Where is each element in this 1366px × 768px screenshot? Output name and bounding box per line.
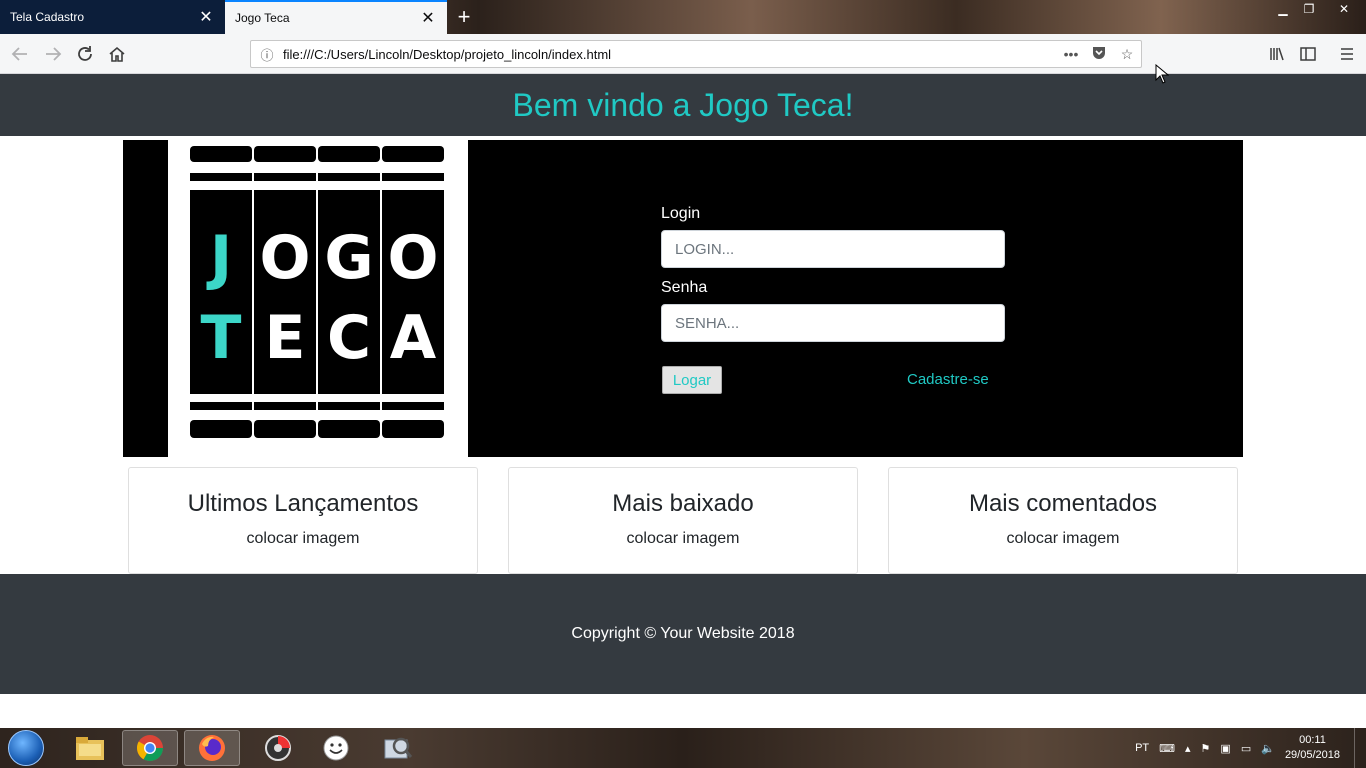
card-text: colocar imagem <box>246 530 360 547</box>
info-icon[interactable]: ⓘ <box>251 45 283 64</box>
taskbar-explorer[interactable] <box>62 730 118 766</box>
system-tray: PT ⌨ ▴ ⚑ ▣ ▭ 🔈 00:11 29/05/2018 <box>1135 728 1366 768</box>
flag-icon[interactable]: ⚑ <box>1201 742 1211 755</box>
login-actions: Logar Cadastre-se <box>661 366 1005 396</box>
arrow-right-icon <box>46 47 62 61</box>
logo-container: J O G O T E C A <box>168 140 468 457</box>
clock-time: 00:11 <box>1299 734 1326 746</box>
show-desktop-button[interactable] <box>1354 728 1366 768</box>
taskbar-chrome[interactable] <box>122 730 178 766</box>
url-bar[interactable]: ⓘ file:///C:/Users/Lincoln/Desktop/proje… <box>250 40 1142 68</box>
restore-button[interactable]: ❐ <box>1296 0 1322 18</box>
folder-icon <box>76 737 104 760</box>
register-link[interactable]: Cadastre-se <box>907 371 989 388</box>
back-button[interactable] <box>7 42 33 66</box>
image-viewer-icon <box>384 737 413 759</box>
logo-letter: A <box>390 303 437 373</box>
forward-button[interactable] <box>40 42 66 66</box>
home-icon <box>109 46 125 62</box>
logo-letter: O <box>259 223 310 293</box>
logo-letter: O <box>387 223 438 293</box>
logo-letter: T <box>201 303 242 373</box>
cards-row: Ultimos Lançamentos colocar imagem Mais … <box>128 467 1238 574</box>
copyright-text: Copyright © Your Website 2018 <box>571 625 795 642</box>
logo-letter: J <box>206 223 232 293</box>
card-text: colocar imagem <box>626 530 740 547</box>
card-text: colocar imagem <box>1006 530 1120 547</box>
page-title: Bem vindo a Jogo Teca! <box>512 86 854 123</box>
home-button[interactable] <box>104 42 130 66</box>
taskbar-media-player[interactable] <box>250 730 306 766</box>
login-button[interactable]: Logar <box>662 366 722 394</box>
card-title: Ultimos Lançamentos <box>187 490 419 517</box>
jogo-teca-logo: J O G O T E C A <box>190 146 444 438</box>
hamburger-icon <box>1341 48 1353 60</box>
web-page: Bem vindo a Jogo Teca! J O G O T E C A L… <box>0 74 1366 728</box>
tab-label: Tela Cadastro <box>10 10 85 24</box>
taskbar: PT ⌨ ▴ ⚑ ▣ ▭ 🔈 00:11 29/05/2018 <box>0 728 1366 768</box>
media-player-icon <box>265 735 291 761</box>
mouse-cursor-icon <box>1155 64 1169 84</box>
url-text[interactable]: file:///C:/Users/Lincoln/Desktop/projeto… <box>283 47 1057 62</box>
login-form: Login Senha Logar Cadastre-se <box>661 202 1005 396</box>
network-icon[interactable]: ▭ <box>1241 742 1251 755</box>
card-latest-releases: Ultimos Lançamentos colocar imagem <box>128 467 478 574</box>
card-title: Mais baixado <box>612 490 754 517</box>
firefox-icon <box>199 735 225 761</box>
arrow-left-icon <box>11 47 27 61</box>
logo-letter: G <box>324 223 373 293</box>
start-button[interactable] <box>8 730 44 766</box>
hero-section: J O G O T E C A Login Senha Logar Cadast… <box>123 140 1243 457</box>
pocket-icon[interactable] <box>1085 45 1113 64</box>
login-label: Login <box>661 205 701 222</box>
sidebar-icon <box>1300 47 1316 61</box>
show-hidden-icons-icon[interactable]: ▴ <box>1185 742 1191 755</box>
sidebar-button[interactable] <box>1295 42 1321 66</box>
card-most-downloaded: Mais baixado colocar imagem <box>508 467 858 574</box>
close-icon[interactable]: ✕ <box>197 7 215 27</box>
taskbar-smiley-app[interactable] <box>308 730 364 766</box>
close-icon[interactable]: ✕ <box>419 8 437 28</box>
password-label: Senha <box>661 279 708 296</box>
tab-jogo-teca[interactable]: Jogo Teca ✕ <box>225 0 447 34</box>
library-icon <box>1270 47 1284 61</box>
window-close-button[interactable]: ✕ <box>1322 0 1366 18</box>
tab-tela-cadastro[interactable]: Tela Cadastro ✕ <box>0 0 225 34</box>
login-input[interactable] <box>661 230 1005 268</box>
reload-button[interactable] <box>72 42 98 66</box>
smiley-icon <box>323 735 349 761</box>
reload-icon <box>78 46 92 61</box>
bookmark-star-icon[interactable]: ☆ <box>1113 46 1141 63</box>
device-icon[interactable]: ▣ <box>1220 742 1230 755</box>
site-footer: Copyright © Your Website 2018 <box>0 574 1366 694</box>
window-controls: ▁ ❐ ✕ <box>1270 0 1366 18</box>
tab-bar: Tela Cadastro ✕ Jogo Teca ✕ + <box>0 0 1366 34</box>
clock[interactable]: 00:11 29/05/2018 <box>1285 733 1340 763</box>
chrome-icon <box>136 735 164 762</box>
minimize-button[interactable]: ▁ <box>1270 0 1296 18</box>
logo-letter: C <box>327 303 371 373</box>
card-title: Mais comentados <box>968 490 1158 517</box>
taskbar-firefox[interactable] <box>184 730 240 766</box>
volume-icon[interactable]: 🔈 <box>1261 742 1275 755</box>
new-tab-button[interactable]: + <box>447 0 481 34</box>
library-button[interactable] <box>1264 42 1290 66</box>
password-input[interactable] <box>661 304 1005 342</box>
card-most-commented: Mais comentados colocar imagem <box>888 467 1238 574</box>
menu-button[interactable] <box>1334 42 1360 66</box>
taskbar-image-viewer[interactable] <box>370 730 426 766</box>
page-actions-icon[interactable]: ••• <box>1057 46 1085 62</box>
logo-letter: E <box>265 303 306 373</box>
clock-date: 29/05/2018 <box>1284 749 1340 761</box>
language-indicator[interactable]: PT <box>1135 742 1149 754</box>
keyboard-icon[interactable]: ⌨ <box>1159 742 1175 755</box>
tab-label: Jogo Teca <box>235 11 290 25</box>
